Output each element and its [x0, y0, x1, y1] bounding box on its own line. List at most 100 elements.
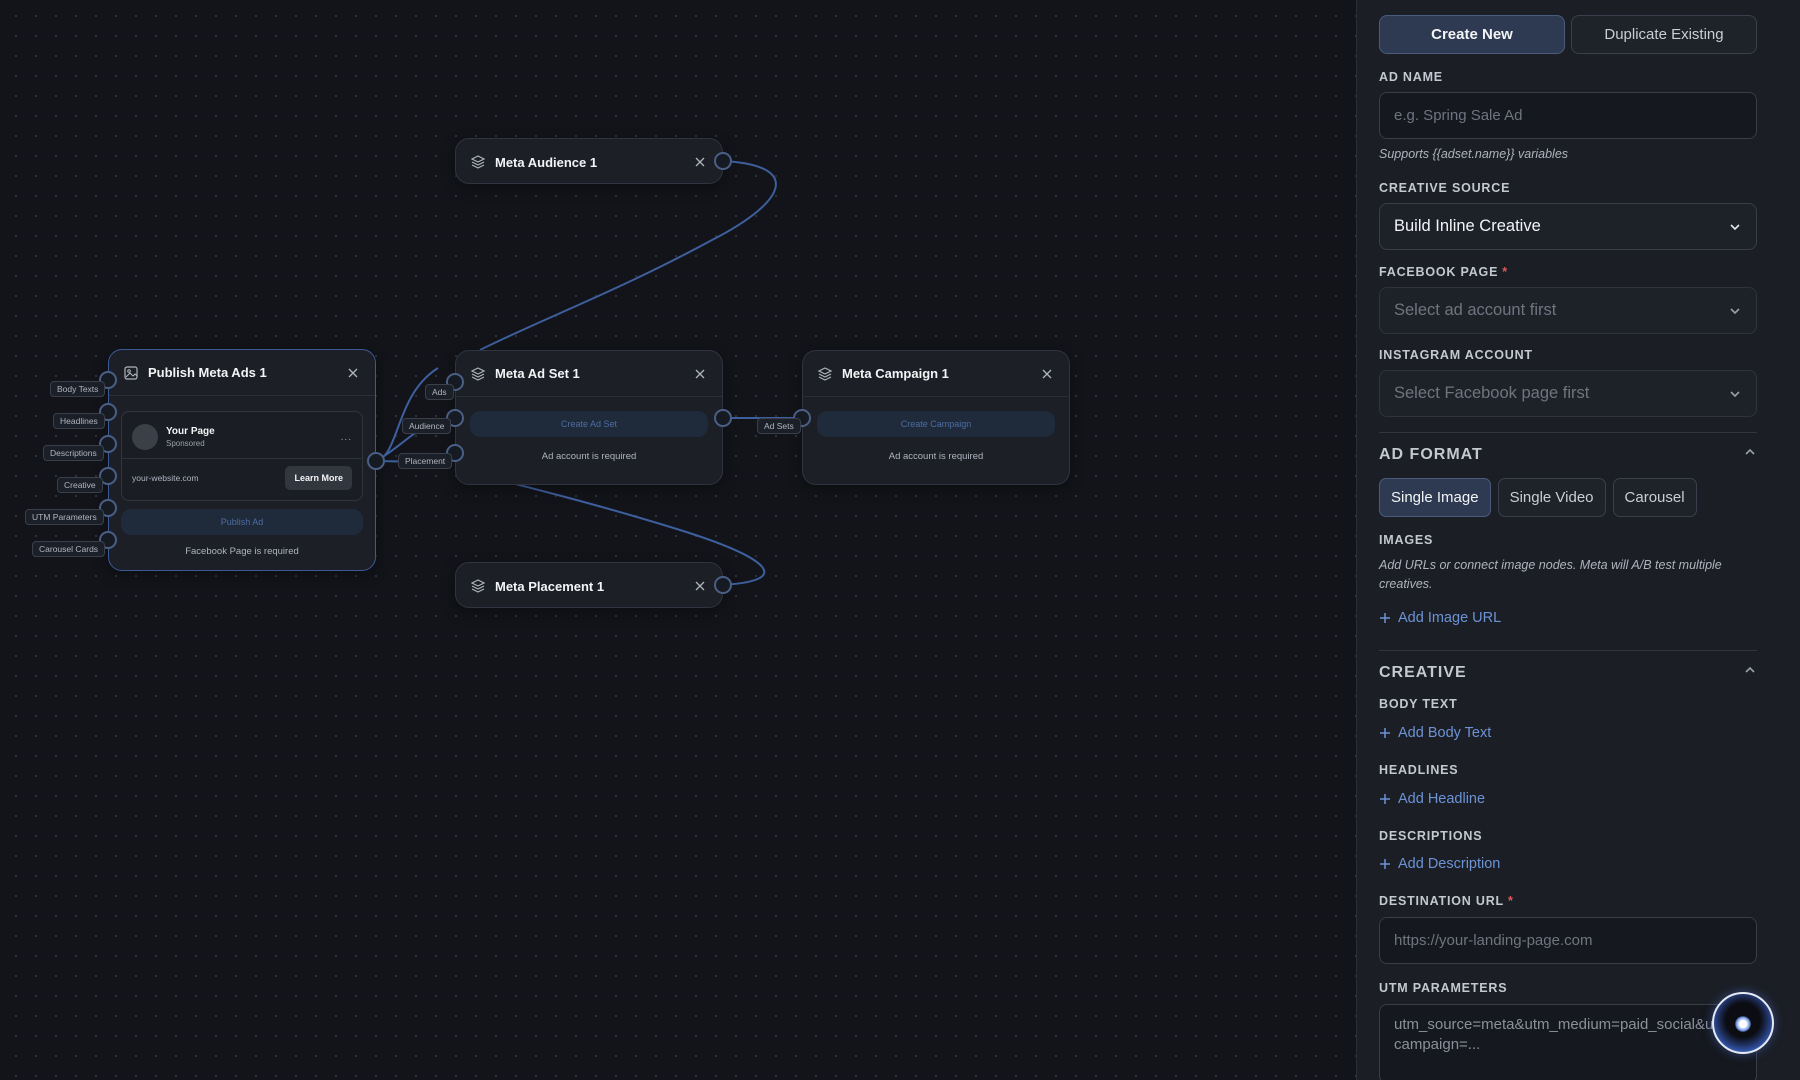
add-body-text-button[interactable]: Add Body Text: [1379, 725, 1757, 741]
create-ad-set-button[interactable]: Create Ad Set: [470, 411, 708, 437]
node-hint: Facebook Page is required: [185, 546, 299, 557]
ad-format-options: Single Image Single Video Carousel: [1379, 478, 1757, 517]
assistant-orb-core: [1735, 1016, 1751, 1032]
avatar: [132, 424, 158, 450]
instagram-account-label: INSTAGRAM ACCOUNT: [1379, 348, 1533, 362]
chevron-up-icon: [1743, 663, 1757, 682]
required-marker: *: [1507, 894, 1514, 908]
node-hint: Ad account is required: [888, 451, 984, 462]
close-icon[interactable]: [692, 578, 708, 594]
port-label-placement: Placement: [398, 453, 453, 469]
flow-canvas[interactable]: Meta Audience 1 Meta Ad Set 1 Create Ad …: [0, 0, 1356, 1080]
add-image-url-button[interactable]: Add Image URL: [1379, 610, 1757, 626]
chevron-down-icon: [1728, 387, 1742, 401]
instagram-account-select[interactable]: Select Facebook page first: [1379, 370, 1757, 417]
chevron-up-icon: [1743, 445, 1757, 464]
node-title: Meta Audience 1: [495, 154, 598, 170]
creative-source-select[interactable]: Build Inline Creative: [1379, 203, 1757, 250]
add-image-url-label: Add Image URL: [1398, 610, 1502, 626]
add-headline-button[interactable]: Add Headline: [1379, 791, 1757, 807]
node-title: Meta Campaign 1: [842, 366, 949, 381]
plus-icon: [1379, 727, 1391, 739]
creative-source-label: CREATIVE SOURCE: [1379, 181, 1511, 195]
port-label-ad-sets: Ad Sets: [757, 418, 801, 434]
edge-audience-adset: [479, 160, 777, 351]
preview-sponsored: Sponsored: [166, 439, 205, 448]
ad-preview-card: Your Page Sponsored ... your-website.com…: [121, 411, 363, 501]
port-label-headlines: Headlines: [53, 413, 105, 429]
close-icon[interactable]: [345, 365, 361, 381]
creative-title: CREATIVE: [1379, 663, 1467, 681]
utm-parameters-textarea[interactable]: utm_source=meta&utm_medium=paid_social&u…: [1379, 1004, 1757, 1080]
destination-url-input[interactable]: https://your-landing-page.com: [1379, 917, 1757, 964]
divider: [1379, 650, 1757, 651]
required-marker: *: [1502, 265, 1508, 279]
layers-icon: [470, 366, 486, 382]
ad-name-input[interactable]: e.g. Spring Sale Ad: [1379, 92, 1757, 139]
instagram-account-value: Select Facebook page first: [1394, 384, 1590, 402]
port-label-carousel-cards: Carousel Cards: [32, 541, 106, 557]
node-meta-ad-set[interactable]: Meta Ad Set 1 Create Ad Set Ad account i…: [455, 350, 723, 485]
create-new-tab[interactable]: Create New: [1379, 15, 1565, 54]
carousel-option[interactable]: Carousel: [1612, 478, 1697, 517]
handle-audience-out[interactable]: [714, 152, 732, 170]
properties-panel: Create New Duplicate Existing AD NAME e.…: [1356, 0, 1800, 1080]
node-title: Meta Ad Set 1: [495, 366, 580, 381]
plus-icon: [1379, 612, 1391, 624]
port-label-creative: Creative: [57, 477, 103, 493]
layers-icon: [817, 366, 833, 382]
close-icon[interactable]: [692, 366, 708, 382]
body-text-label: BODY TEXT: [1379, 697, 1458, 711]
node-meta-campaign[interactable]: Meta Campaign 1 Create Campaign Ad accou…: [802, 350, 1070, 485]
close-icon[interactable]: [1039, 366, 1055, 382]
add-body-text-label: Add Body Text: [1398, 725, 1492, 741]
port-label-ads: Ads: [425, 384, 454, 400]
divider: [1379, 432, 1757, 433]
port-label-utm-parameters: UTM Parameters: [25, 509, 104, 525]
node-meta-placement[interactable]: Meta Placement 1: [455, 562, 723, 608]
ad-name-hint: Supports {{adset.name}} variables: [1379, 147, 1569, 161]
handle-adset-out[interactable]: [714, 409, 732, 427]
destination-url-label: DESTINATION URL *: [1379, 894, 1514, 908]
preview-url: your-website.com: [132, 473, 199, 483]
chevron-down-icon: [1728, 220, 1742, 234]
ad-format-title: AD FORMAT: [1379, 445, 1483, 463]
preview-page-name: Your Page: [166, 426, 215, 437]
headlines-label: HEADLINES: [1379, 763, 1459, 777]
handle-placement-out[interactable]: [714, 576, 732, 594]
facebook-page-value: Select ad account first: [1394, 301, 1557, 319]
publish-ad-button[interactable]: Publish Ad: [121, 509, 363, 535]
mode-tabs: Create New Duplicate Existing: [1379, 15, 1757, 54]
single-video-option[interactable]: Single Video: [1497, 478, 1606, 517]
learn-more-button: Learn More: [285, 466, 352, 490]
node-hint: Ad account is required: [541, 451, 637, 462]
port-label-audience: Audience: [402, 418, 452, 434]
layers-icon: [470, 578, 486, 594]
create-campaign-button[interactable]: Create Campaign: [817, 411, 1055, 437]
descriptions-label: DESCRIPTIONS: [1379, 829, 1483, 843]
port-label-body-texts: Body Texts: [50, 381, 106, 397]
creative-source-value: Build Inline Creative: [1394, 217, 1541, 235]
duplicate-existing-tab[interactable]: Duplicate Existing: [1571, 15, 1757, 54]
single-image-option[interactable]: Single Image: [1379, 478, 1491, 517]
node-publish-meta-ads[interactable]: Publish Meta Ads 1 Your Page Sponsored .…: [108, 349, 376, 571]
close-icon[interactable]: [692, 154, 708, 170]
images-label: IMAGES: [1379, 533, 1434, 547]
facebook-page-select[interactable]: Select ad account first: [1379, 287, 1757, 334]
more-icon: ...: [340, 431, 352, 443]
layers-icon: [470, 154, 486, 170]
chevron-down-icon: [1728, 304, 1742, 318]
utm-parameters-label: UTM PARAMETERS: [1379, 981, 1508, 995]
node-title: Meta Placement 1: [495, 578, 605, 594]
assistant-orb-icon[interactable]: [1712, 992, 1774, 1054]
creative-section-header[interactable]: CREATIVE: [1379, 663, 1757, 682]
add-description-button[interactable]: Add Description: [1379, 856, 1757, 872]
plus-icon: [1379, 858, 1391, 870]
image-icon: [123, 365, 139, 381]
add-headline-label: Add Headline: [1398, 791, 1486, 807]
node-meta-audience[interactable]: Meta Audience 1: [455, 138, 723, 184]
plus-icon: [1379, 793, 1391, 805]
images-hint: Add URLs or connect image nodes. Meta wi…: [1379, 558, 1722, 591]
handle-publish-out[interactable]: [367, 452, 385, 470]
ad-format-section-header[interactable]: AD FORMAT: [1379, 445, 1757, 464]
